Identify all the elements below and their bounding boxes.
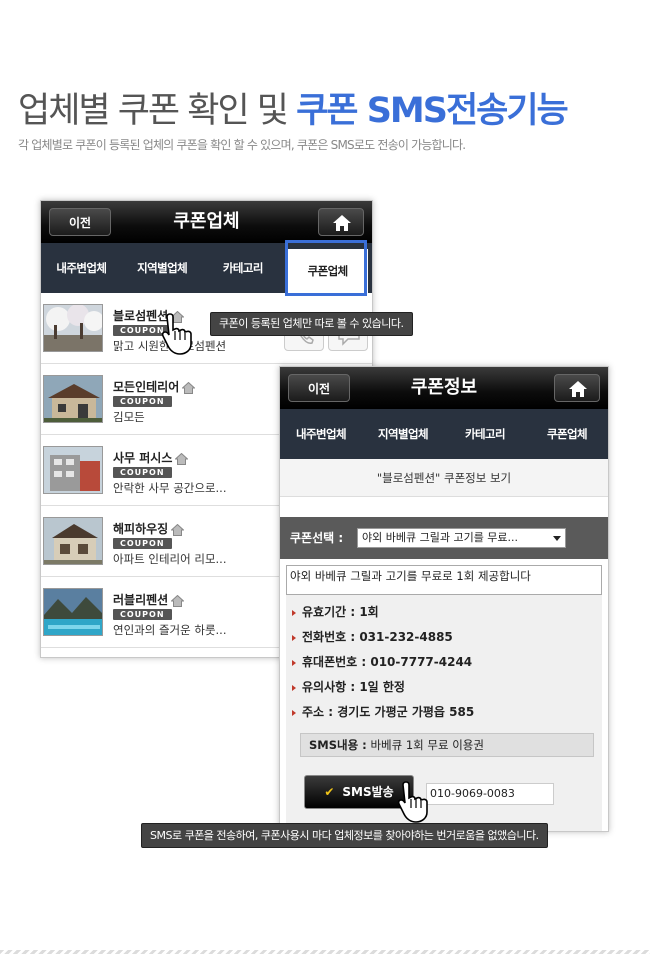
house-icon <box>171 594 185 607</box>
coupon-select-bar: 쿠폰선택 : 야외 바베큐 그릴과 고기를 무료... <box>280 517 608 559</box>
tab-nearby[interactable]: 내주변업체 <box>280 409 362 459</box>
home-icon <box>569 381 587 397</box>
store-thumbnail <box>43 375 103 423</box>
coupon-badge: COUPON <box>113 396 172 407</box>
store-name: 러블리펜션 <box>113 591 185 608</box>
tab-region[interactable]: 지역별업체 <box>122 243 203 293</box>
store-name: 해피하우징 <box>113 520 185 537</box>
tab-region[interactable]: 지역별업체 <box>362 409 444 459</box>
coupon-badge: COUPON <box>113 538 172 549</box>
house-icon <box>175 452 189 465</box>
store-desc: 아파트 인테리어 리모... <box>113 552 227 566</box>
page-title-part1: 업체별 쿠폰 확인 및 <box>18 91 297 131</box>
tab-bar: 내주변업체 지역별업체 카테고리 쿠폰업체 <box>280 409 608 459</box>
store-name: 사무 퍼시스 <box>113 449 189 466</box>
home-button[interactable] <box>554 374 600 402</box>
check-icon: ✔ <box>324 785 335 799</box>
info-validity: 유효기간 : 1회 <box>292 603 379 620</box>
page-title: 업체별 쿠폰 확인 및 쿠폰 SMS전송기능 <box>18 82 569 133</box>
store-thumbnail <box>43 446 103 494</box>
coupon-select-label: 쿠폰선택 : <box>290 531 344 545</box>
tab-nearby[interactable]: 내주변업체 <box>41 243 122 293</box>
coupon-tab-highlight <box>285 240 367 296</box>
coupon-info-screen: 이전 쿠폰정보 내주변업체 지역별업체 카테고리 쿠폰업체 "블로섬펜션" 쿠폰… <box>279 366 609 832</box>
info-address: 주소 : 경기도 가평군 가평읍 585 <box>292 703 474 720</box>
tab-category[interactable]: 카테고리 <box>444 409 526 459</box>
sms-content-value: 바베큐 1회 무료 이용권 <box>370 738 484 752</box>
store-thumbnail <box>43 304 103 352</box>
sms-phone-input[interactable]: 010-9069-0083 <box>426 783 554 805</box>
tab-category[interactable]: 카테고리 <box>203 243 284 293</box>
hand-cursor-icon <box>397 781 428 823</box>
store-desc: 연인과의 즐거운 하룻... <box>113 623 227 637</box>
topbar: 이전 쿠폰정보 <box>280 367 608 409</box>
hand-cursor-icon <box>161 313 192 355</box>
coupon-select[interactable]: 야외 바베큐 그릴과 고기를 무료... <box>357 528 566 548</box>
coupon-badge: COUPON <box>113 467 172 478</box>
store-name: 모든인테리어 <box>113 378 196 395</box>
store-desc: 김모든 <box>113 410 145 424</box>
store-thumbnail <box>43 588 103 636</box>
coupon-detail: 야외 바베큐 그릴과 고기를 무료로 1회 제공합니다 유효기간 : 1회 전화… <box>286 565 602 831</box>
tab-coupon[interactable]: 쿠폰업체 <box>526 409 608 459</box>
page-subtitle: 각 업체별로 쿠폰이 등록된 업체의 쿠폰을 확인 할 수 있으며, 쿠폰은 S… <box>18 138 466 152</box>
home-button[interactable] <box>318 208 364 236</box>
sms-content-label: SMS내용 : <box>309 738 367 752</box>
store-thumbnail <box>43 517 103 565</box>
info-mobile: 휴대폰번호 : 010-7777-4244 <box>292 653 472 670</box>
home-icon <box>333 215 351 231</box>
house-icon <box>171 523 185 536</box>
sms-send-label: SMS발송 <box>342 785 394 799</box>
coupon-badge: COUPON <box>113 609 172 620</box>
chevron-down-icon <box>553 536 561 541</box>
store-desc: 안락한 사무 공간으로... <box>113 481 227 495</box>
coupon-description: 야외 바베큐 그릴과 고기를 무료로 1회 제공합니다 <box>286 565 602 595</box>
sms-content: SMS내용 : 바베큐 1회 무료 이용권 <box>300 733 594 757</box>
page-title-part2: 쿠폰 SMS전송기능 <box>296 91 569 131</box>
info-phone: 전화번호 : 031-232-4885 <box>292 628 453 645</box>
topbar: 이전 쿠폰업체 <box>41 201 372 243</box>
coupon-tab-tooltip: 쿠폰이 등록된 업체만 따로 볼 수 있습니다. <box>210 312 413 336</box>
coupon-info-heading: "블로섬펜션" 쿠폰정보 보기 <box>280 459 608 497</box>
footer-divider <box>0 950 650 954</box>
info-notice: 유의사항 : 1일 한정 <box>292 678 405 695</box>
sms-tooltip: SMS로 쿠폰을 전송하여, 쿠폰사용시 마다 업체정보를 찾아야하는 번거로움… <box>141 823 548 848</box>
coupon-select-value: 야외 바베큐 그릴과 고기를 무료... <box>362 531 519 544</box>
house-icon <box>182 381 196 394</box>
